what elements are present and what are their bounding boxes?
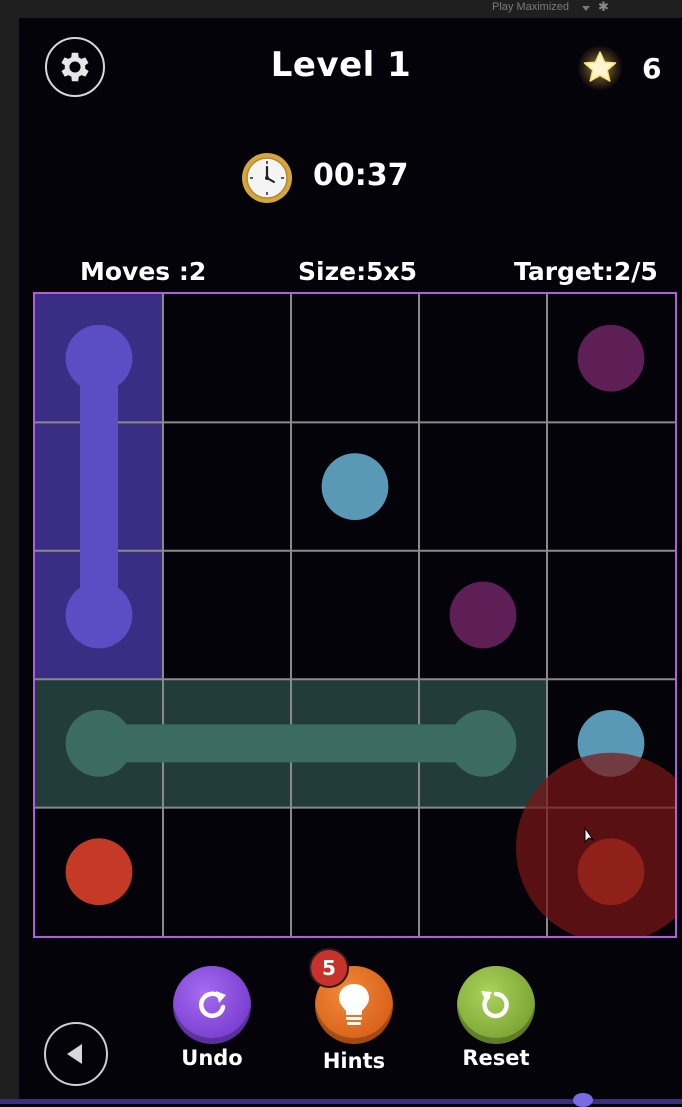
board-dot: [577, 324, 645, 392]
board-size: Size:5x5: [298, 257, 417, 286]
back-button[interactable]: [44, 1022, 108, 1086]
undo-label: Undo: [181, 1046, 243, 1070]
star-counter: [578, 46, 622, 90]
back-arrow-icon: [67, 1044, 82, 1064]
star-icon: [583, 51, 617, 82]
target-progress: Target:2/5: [514, 257, 658, 286]
bug-icon[interactable]: ✱: [598, 0, 609, 15]
board-dot: [449, 710, 517, 777]
reset-icon: [481, 991, 509, 1019]
undo-button[interactable]: [173, 966, 251, 1044]
lightbulb-icon: [339, 984, 369, 1025]
reset-button[interactable]: [457, 966, 535, 1044]
clock-icon: [241, 152, 293, 204]
board-dot: [65, 838, 133, 906]
editor-left-panel: [0, 18, 19, 1104]
hint-count-badge: 5: [309, 948, 349, 988]
board-grid[interactable]: [35, 294, 675, 936]
hints-label: Hints: [322, 1049, 386, 1073]
play-maximized-toggle[interactable]: Play Maximized: [492, 1, 569, 13]
undo-icon: [198, 991, 226, 1018]
progress-knob[interactable]: [573, 1093, 593, 1107]
star-count: 6: [642, 52, 662, 85]
reset-label: Reset: [462, 1046, 530, 1070]
board-dot: [321, 453, 389, 520]
board-dot: [449, 581, 517, 649]
board-dot: [65, 324, 133, 392]
board-dot: [65, 581, 133, 649]
timer-text: 00:37: [313, 158, 409, 193]
game-board[interactable]: [33, 292, 677, 938]
moves-counter: Moves :2: [80, 257, 207, 286]
board-dot: [65, 710, 133, 777]
editor-toolbar: Play Maximized ✱: [0, 0, 682, 18]
chevron-down-icon[interactable]: [582, 6, 590, 11]
